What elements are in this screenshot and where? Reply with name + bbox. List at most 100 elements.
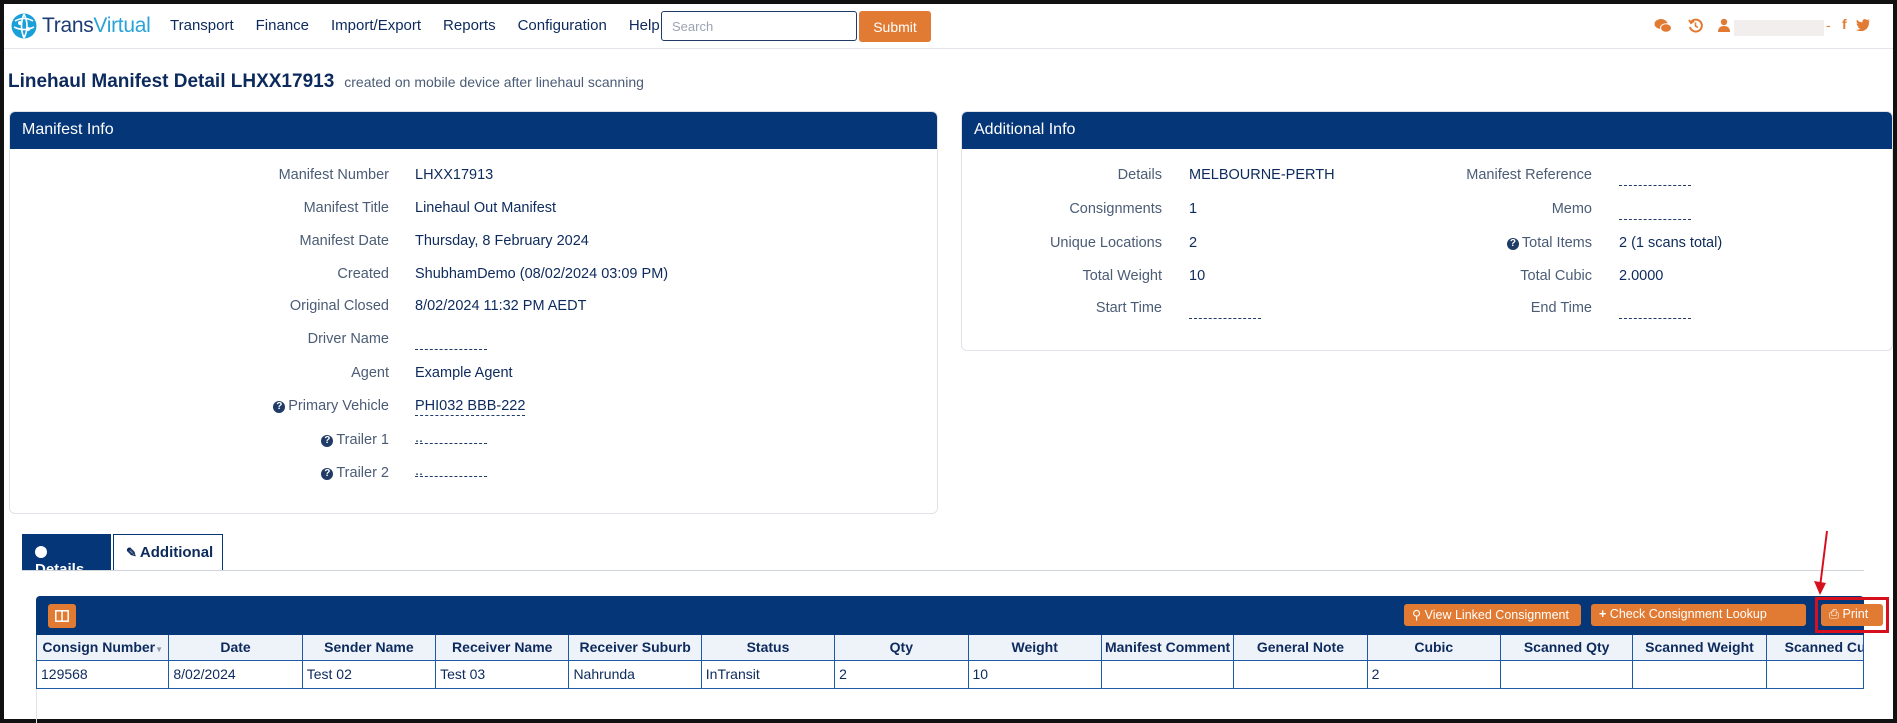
start-time-editable[interactable] xyxy=(1189,305,1261,319)
menu-finance[interactable]: Finance xyxy=(256,17,309,34)
value-driver-name[interactable] xyxy=(415,336,487,354)
label-primary-vehicle-text: Primary Vehicle xyxy=(288,398,389,414)
search-input[interactable] xyxy=(661,11,857,41)
cell-receiver-suburb: Nahrunda xyxy=(568,659,702,689)
view-linked-consignment-button[interactable]: ⚲ View Linked Consignment xyxy=(1404,604,1581,626)
label-memo: Memo xyxy=(1551,201,1592,217)
view-linked-consignment-label: View Linked Consignment xyxy=(1424,608,1569,622)
value-start-time[interactable] xyxy=(1189,305,1261,323)
label-manifest-reference: Manifest Reference xyxy=(1466,167,1592,183)
logo-text-virtual: Virtual xyxy=(93,14,151,37)
globe-logo-icon xyxy=(11,13,37,39)
value-trailer-1[interactable]: .. xyxy=(415,430,487,446)
label-agent: Agent xyxy=(351,365,389,381)
table-row[interactable]: 129568 8/02/2024 Test 02 Test 03 Nahrund… xyxy=(35,659,1865,689)
consignment-table: Consign Number▼ Date Sender Name Receive… xyxy=(35,635,1865,689)
check-consignment-lookup-button[interactable]: + Check Consignment Lookup xyxy=(1591,604,1806,626)
printer-icon: ⎙ xyxy=(1829,607,1840,621)
username-redacted[interactable] xyxy=(1734,20,1824,36)
value-created: ShubhamDemo (08/02/2024 03:09 PM) xyxy=(415,266,669,282)
logo-text: TransVirtual xyxy=(42,14,151,38)
menu-reports[interactable]: Reports xyxy=(443,17,496,34)
value-end-time[interactable] xyxy=(1619,305,1691,323)
col-sender-name[interactable]: Sender Name xyxy=(301,635,437,661)
value-memo[interactable] xyxy=(1619,206,1691,224)
col-receiver-name[interactable]: Receiver Name xyxy=(435,635,570,661)
value-manifest-reference[interactable] xyxy=(1619,172,1691,190)
col-scanned-weight[interactable]: Scanned Weight xyxy=(1632,635,1767,661)
tab-details[interactable]: Details xyxy=(22,534,111,578)
cell-status: InTransit xyxy=(700,659,836,689)
cell-receiver-name: Test 03 xyxy=(435,659,570,689)
value-primary-vehicle[interactable]: PHI032 BBB-222 xyxy=(415,398,526,416)
tab-additional[interactable]: ✎ Additional xyxy=(113,534,223,571)
col-scanned-cubic[interactable]: Scanned Cubic xyxy=(1765,635,1865,661)
app-logo[interactable]: TransVirtual xyxy=(10,12,151,40)
menu-import-export[interactable]: Import/Export xyxy=(331,17,421,34)
memo-editable[interactable] xyxy=(1619,206,1691,220)
cell-general-note xyxy=(1233,659,1368,689)
trailer-2-editable[interactable]: .. xyxy=(415,463,487,479)
user-icon[interactable] xyxy=(1718,18,1730,32)
pencil-icon: ✎ xyxy=(126,545,137,560)
cell-cubic: 2 xyxy=(1366,659,1501,689)
col-cubic[interactable]: Cubic xyxy=(1366,635,1501,661)
help-icon[interactable]: ? xyxy=(321,435,334,447)
value-trailer-2[interactable]: .. xyxy=(415,463,487,479)
col-status[interactable]: Status xyxy=(700,635,836,661)
table-header-row: Consign Number▼ Date Sender Name Receive… xyxy=(35,635,1865,661)
help-icon[interactable]: ? xyxy=(321,468,334,480)
twitter-icon[interactable] xyxy=(1856,19,1870,31)
label-manifest-title: Manifest Title xyxy=(303,200,389,216)
primary-vehicle-editable[interactable]: PHI032 BBB-222 xyxy=(415,398,526,416)
grid-toolbar: ⚲ View Linked Consignment + Check Consig… xyxy=(36,596,1889,635)
page-title-row: Linehaul Manifest Detail LHXX17913 creat… xyxy=(8,71,644,93)
print-label: Print xyxy=(1842,607,1869,621)
cell-scanned-weight xyxy=(1632,659,1767,689)
trailer-1-editable[interactable]: .. xyxy=(415,430,487,446)
end-time-editable[interactable] xyxy=(1619,305,1691,319)
chat-icon[interactable] xyxy=(1654,18,1672,34)
col-date[interactable]: Date xyxy=(168,635,303,661)
history-icon[interactable] xyxy=(1688,18,1703,33)
col-weight[interactable]: Weight xyxy=(967,635,1102,661)
cell-qty: 2 xyxy=(834,659,969,689)
label-trailer-2-text: Trailer 2 xyxy=(336,465,389,481)
menu-transport[interactable]: Transport xyxy=(170,17,234,34)
label-trailer-1: ? Trailer 1 xyxy=(10,432,389,448)
print-button[interactable]: ⎙ Print xyxy=(1821,604,1883,626)
label-consignments: Consignments xyxy=(1069,201,1162,217)
tab-additional-label: Additional xyxy=(139,544,214,561)
col-qty[interactable]: Qty xyxy=(834,635,969,661)
help-icon[interactable]: ? xyxy=(273,401,286,413)
grid-empty-area xyxy=(36,688,1864,723)
col-consign-number[interactable]: Consign Number▼ xyxy=(35,635,170,661)
user-dropdown-caret[interactable]: - xyxy=(1826,17,1831,33)
value-manifest-number: LHXX17913 xyxy=(415,167,494,183)
label-total-weight: Total Weight xyxy=(1082,268,1162,284)
label-manifest-number: Manifest Number xyxy=(278,167,389,183)
facebook-icon[interactable]: f xyxy=(1842,16,1847,32)
label-end-time: End Time xyxy=(1530,300,1592,316)
submit-button[interactable]: Submit xyxy=(859,11,931,42)
search-icon: ⚲ xyxy=(1412,608,1422,622)
label-original-closed: Original Closed xyxy=(289,298,389,314)
col-general-note[interactable]: General Note xyxy=(1233,635,1368,661)
manifest-reference-editable[interactable] xyxy=(1619,172,1691,186)
menu-help[interactable]: Help xyxy=(629,17,660,34)
manifest-info-heading: Manifest Info xyxy=(10,112,937,149)
help-icon[interactable]: ? xyxy=(1506,238,1519,250)
driver-name-editable[interactable] xyxy=(415,336,487,350)
menu-configuration[interactable]: Configuration xyxy=(518,17,607,34)
value-total-weight: 10 xyxy=(1189,268,1206,284)
col-scanned-qty[interactable]: Scanned Qty xyxy=(1499,635,1634,661)
label-manifest-date: Manifest Date xyxy=(299,233,389,249)
cell-manifest-comment xyxy=(1100,659,1235,689)
label-primary-vehicle: ? Primary Vehicle xyxy=(10,398,389,414)
col-receiver-suburb[interactable]: Receiver Suburb xyxy=(568,635,702,661)
column-chooser-button[interactable] xyxy=(48,604,76,628)
columns-icon xyxy=(55,610,69,622)
circle-icon xyxy=(35,546,47,558)
cell-consign-number: 129568 xyxy=(35,659,170,689)
col-manifest-comment[interactable]: Manifest Comment xyxy=(1100,635,1235,661)
